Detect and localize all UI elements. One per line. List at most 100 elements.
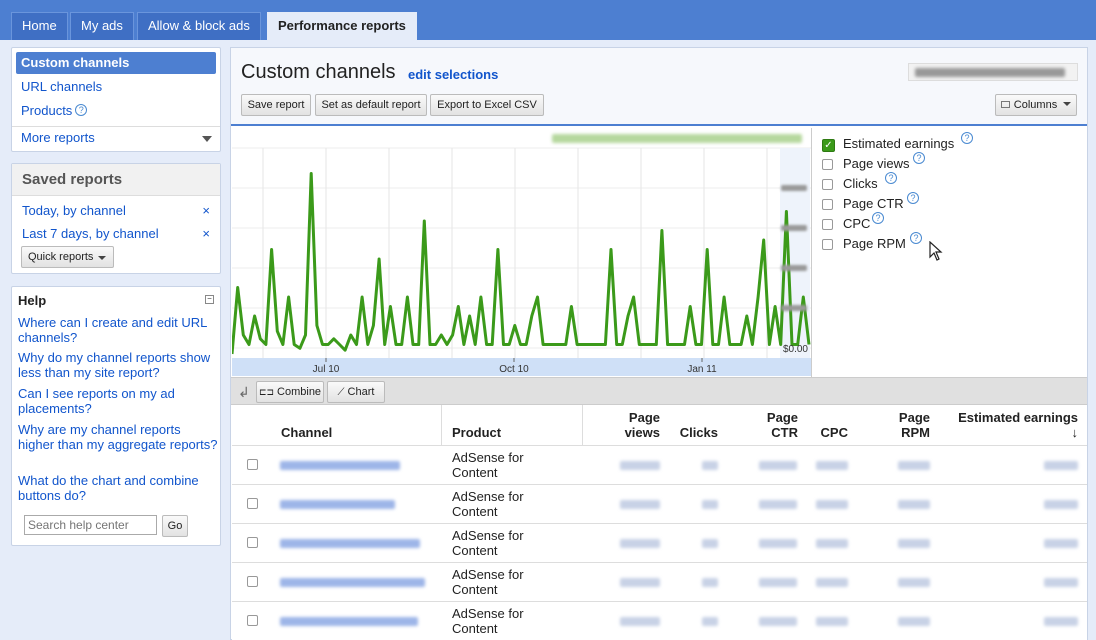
mouse-cursor-icon	[929, 241, 943, 261]
help-icon[interactable]: ?	[913, 152, 925, 164]
column-header-product[interactable]: Product	[452, 425, 501, 440]
top-navigation: Home My ads Allow & block ads Performanc…	[0, 0, 1096, 40]
metric-checkbox[interactable]	[822, 239, 833, 250]
help-search-input[interactable]	[24, 515, 157, 535]
tab-performance-reports[interactable]: Performance reports	[267, 12, 417, 40]
remove-icon[interactable]: ×	[202, 203, 210, 218]
sidebar-item-more-reports[interactable]: More reports	[12, 127, 220, 151]
clicks-value	[702, 461, 718, 470]
sidebar-item-products[interactable]: Products?	[12, 100, 220, 124]
metric-label[interactable]: Page CTR	[843, 196, 904, 211]
estimated-earnings-value	[1044, 461, 1078, 470]
help-icon[interactable]: ?	[885, 172, 897, 184]
row-checkbox[interactable]	[247, 537, 258, 548]
clicks-value	[702, 539, 718, 548]
table-row: AdSense for Content	[232, 523, 1087, 562]
quick-reports-label: Quick reports	[28, 251, 94, 263]
save-report-button[interactable]: Save report	[241, 94, 311, 116]
help-icon[interactable]: ?	[910, 232, 922, 244]
column-header-page-rpm[interactable]: Page RPM	[890, 410, 930, 440]
help-link[interactable]: What do the chart and combine buttons do…	[18, 473, 218, 503]
clicks-value	[702, 578, 718, 587]
tab-home[interactable]: Home	[11, 12, 68, 40]
metric-label[interactable]: Page RPM	[843, 236, 906, 251]
table-row: AdSense for Content	[232, 562, 1087, 601]
export-csv-button[interactable]: Export to Excel CSV	[430, 94, 544, 116]
tab-allow-block-ads[interactable]: Allow & block ads	[137, 12, 261, 40]
channel-link[interactable]	[280, 539, 420, 548]
sidebar-item-url-channels[interactable]: URL channels	[12, 76, 220, 100]
combine-button[interactable]: ⊏⊐ Combine	[256, 381, 324, 403]
table-row: AdSense for Content	[232, 445, 1087, 484]
saved-reports-panel: Saved reports Today, by channel × Last 7…	[11, 163, 221, 274]
chart-label: Chart	[347, 386, 375, 398]
row-checkbox[interactable]	[247, 576, 258, 587]
column-header-page-views[interactable]: Page views	[620, 410, 660, 440]
column-header-channel[interactable]: Channel	[281, 425, 332, 440]
help-title: Help	[18, 293, 47, 308]
column-header-label: Estimated earnings	[958, 410, 1078, 425]
collapse-arrow-icon[interactable]: ↲	[238, 384, 250, 401]
help-link[interactable]: Why do my channel reports show less than…	[18, 350, 218, 380]
sidebar-item-custom-channels[interactable]: Custom channels	[16, 52, 216, 74]
channel-link[interactable]	[280, 500, 395, 509]
remove-icon[interactable]: ×	[202, 226, 210, 241]
page-ctr-value	[759, 539, 797, 548]
page-views-value	[620, 617, 660, 626]
estimated-earnings-value	[1044, 500, 1078, 509]
quick-reports-button[interactable]: Quick reports	[21, 246, 114, 268]
row-checkbox[interactable]	[247, 615, 258, 626]
chevron-down-icon	[1063, 102, 1072, 106]
metric-checkbox[interactable]: ✓	[822, 139, 835, 152]
column-header-cpc[interactable]: CPC	[816, 425, 848, 440]
row-checkbox[interactable]	[247, 459, 258, 470]
set-default-report-button[interactable]: Set as default report	[315, 94, 427, 116]
page-views-value	[620, 539, 660, 548]
earnings-chart: Jul 10 Oct 10 Jan 11 $0.00	[232, 128, 811, 378]
column-header-page-ctr[interactable]: Page CTR	[760, 410, 798, 440]
cpc-value	[816, 500, 848, 509]
column-header-estimated-earnings[interactable]: Estimated earnings ↓	[950, 410, 1078, 440]
saved-reports-title: Saved reports	[12, 164, 220, 196]
columns-button[interactable]: Columns	[995, 94, 1077, 116]
help-link[interactable]: Where can I create and edit URL channels…	[18, 315, 218, 345]
column-header-clicks[interactable]: Clicks	[676, 425, 718, 440]
columns-icon	[1000, 101, 1010, 108]
product-cell: AdSense for Content	[452, 489, 524, 519]
channel-link[interactable]	[280, 461, 400, 470]
channel-link[interactable]	[280, 617, 418, 626]
product-cell: AdSense for Content	[452, 606, 524, 636]
metric-label[interactable]: CPC	[843, 216, 870, 231]
metric-label[interactable]: Estimated earnings	[843, 136, 954, 151]
cpc-value	[816, 578, 848, 587]
help-icon[interactable]: ?	[961, 132, 973, 144]
metric-label[interactable]: Page views	[843, 156, 909, 171]
edit-selections-link[interactable]: edit selections	[408, 67, 498, 82]
y-tick-label-redacted	[781, 185, 807, 191]
combine-icon: ⊏⊐	[258, 387, 275, 397]
metric-checkbox[interactable]	[822, 219, 833, 230]
chevron-down-icon	[202, 136, 212, 142]
y-tick-label-redacted	[781, 305, 807, 311]
saved-report-link[interactable]: Last 7 days, by channel	[22, 226, 159, 241]
channel-link[interactable]	[280, 578, 425, 587]
date-range-selector[interactable]	[908, 63, 1078, 81]
chart-button[interactable]: ⟋ Chart	[327, 381, 385, 403]
help-icon[interactable]: ?	[75, 104, 88, 116]
page-rpm-value	[898, 539, 930, 548]
help-icon[interactable]: ?	[907, 192, 919, 204]
row-checkbox[interactable]	[247, 498, 258, 509]
saved-report-link[interactable]: Today, by channel	[22, 203, 126, 218]
metric-label[interactable]: Clicks	[843, 176, 878, 191]
help-icon[interactable]: ?	[872, 212, 884, 224]
metric-checkbox[interactable]	[822, 199, 833, 210]
help-link[interactable]: Can I see reports on my ad placements?	[18, 386, 218, 416]
help-link[interactable]: Why are my channel reports higher than m…	[18, 422, 218, 452]
metric-checkbox[interactable]	[822, 159, 833, 170]
page-views-value	[620, 461, 660, 470]
collapse-icon[interactable]: −	[205, 295, 214, 304]
help-go-button[interactable]: Go	[162, 515, 188, 537]
x-tick-label: Jan 11	[687, 364, 717, 375]
tab-my-ads[interactable]: My ads	[70, 12, 134, 40]
metric-checkbox[interactable]	[822, 179, 833, 190]
